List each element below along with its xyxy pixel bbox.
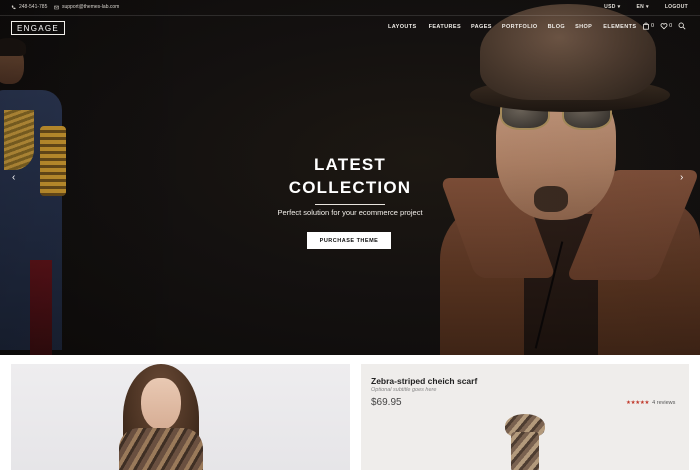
product-rating: ★★★★★ 4 reviews [626,400,675,406]
currency-select[interactable]: USD [604,4,620,10]
cart-count: 0 [651,23,655,29]
wishlist-count: 0 [669,23,673,29]
review-count[interactable]: 4 reviews [652,400,675,406]
product-image[interactable] [497,414,553,470]
nav-item-portfolio[interactable]: PORTFOLIO [502,24,538,30]
wishlist-button[interactable]: 0 [660,22,672,30]
product-subtitle: Optional subtitle goes here [371,387,437,393]
nav-item-shop[interactable]: SHOP [575,24,592,30]
language-select[interactable]: EN [636,4,648,10]
hero-subtitle: Perfect solution for your ecommerce proj… [277,208,423,217]
nav-item-elements[interactable]: ELEMENTS [603,24,636,30]
shopping-bag-icon [643,22,649,30]
email-address: support@themes-lab.com [62,4,120,10]
hero-title-line-2: COLLECTION [288,178,412,197]
search-icon [678,22,686,30]
logout-link[interactable]: LOGOUT [665,4,688,10]
site-logo[interactable]: ENGAGE [11,21,65,35]
phone-number: 248-541-785 [19,4,48,10]
phone-icon [11,5,16,9]
cart-button[interactable]: 0 [642,22,654,30]
phone-contact[interactable]: 248-541-785 [11,4,47,10]
product-price: $69.95 [371,397,402,408]
email-contact[interactable]: support@themes-lab.com [54,4,119,10]
product-name[interactable]: Zebra-striped cheich scarf [371,376,477,386]
search-button[interactable] [678,22,686,30]
product-card[interactable]: Zebra-striped cheich scarf Optional subt… [361,364,689,470]
purchase-theme-button[interactable]: PURCHASE THEME [307,232,391,249]
nav-item-layouts[interactable]: LAYOUTS [388,24,417,30]
slider-prev-arrow-icon[interactable]: ‹ [12,172,15,183]
hero-title: LATEST COLLECTION [250,153,450,199]
nav-item-blog[interactable]: BLOG [548,24,566,30]
star-rating-icon: ★★★★★ [626,400,650,406]
top-bar: 248-541-785 support@themes-lab.com USD E… [0,0,700,16]
featured-image-tile[interactable] [11,364,350,470]
hero-divider [315,204,385,205]
nav-item-features[interactable]: FEATURES [429,24,461,30]
envelope-icon [54,5,59,9]
main-nav: LAYOUTS FEATURES PAGES PORTFOLIO BLOG SH… [388,24,636,30]
heart-icon [660,23,668,30]
slider-next-arrow-icon[interactable]: › [680,172,683,183]
model-photo [119,364,203,470]
hero-title-line-1: LATEST [313,155,387,174]
nav-item-pages[interactable]: PAGES [471,24,492,30]
